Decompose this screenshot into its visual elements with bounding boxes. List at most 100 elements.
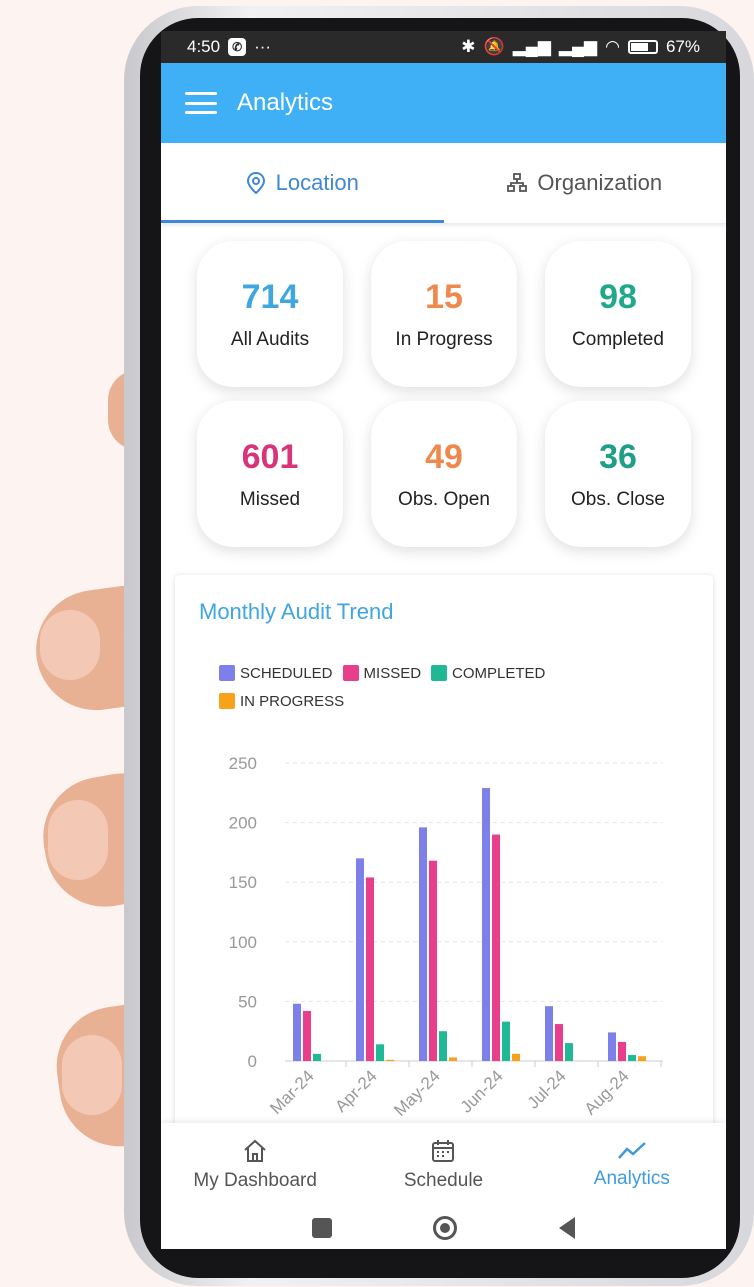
- nav-my-dashboard[interactable]: My Dashboard: [161, 1123, 349, 1207]
- nav-label: My Dashboard: [193, 1170, 317, 1191]
- bar-missed[interactable]: [366, 877, 374, 1061]
- stat-value: 36: [599, 437, 637, 476]
- y-tick-label: 0: [248, 1052, 257, 1071]
- tab-label: Location: [275, 170, 359, 195]
- stat-value: 98: [599, 277, 637, 316]
- status-dots: ···: [254, 37, 272, 56]
- battery-icon: [627, 40, 658, 54]
- stat-card-obs-close[interactable]: 36 Obs. Close: [545, 401, 691, 547]
- stat-card-all-audits[interactable]: 714 All Audits: [197, 241, 343, 387]
- bar-missed[interactable]: [555, 1024, 563, 1061]
- trend-line-icon: [617, 1142, 646, 1159]
- finger-nail: [62, 1035, 122, 1115]
- bar-completed[interactable]: [313, 1053, 321, 1061]
- bar-scheduled[interactable]: [356, 858, 364, 1061]
- bar-in-progress[interactable]: [638, 1056, 646, 1061]
- y-tick-label: 200: [229, 814, 257, 833]
- bar-in-progress[interactable]: [386, 1059, 394, 1061]
- bar-missed[interactable]: [303, 1010, 311, 1061]
- stat-label: Obs. Open: [398, 488, 490, 510]
- legend-label: IN PROGRESS: [240, 692, 345, 710]
- bar-scheduled[interactable]: [293, 1003, 301, 1061]
- legend-label: MISSED: [363, 664, 422, 682]
- phone-app-icon: ✆: [228, 38, 247, 56]
- menu-icon[interactable]: [185, 92, 217, 114]
- bar-missed[interactable]: [618, 1041, 626, 1061]
- stat-label: All Audits: [230, 328, 310, 350]
- nav-analytics[interactable]: Analytics: [538, 1123, 726, 1207]
- chart-legend: SCHEDULED MISSED COMPLETED IN PROGRESS: [219, 659, 619, 715]
- bar-in-progress[interactable]: [449, 1057, 457, 1061]
- signal-icon: ▂▄▆: [512, 37, 551, 56]
- home-button[interactable]: [433, 1216, 458, 1240]
- stat-card-completed[interactable]: 98 Completed: [545, 241, 691, 387]
- page-title: Analytics: [237, 89, 334, 116]
- bar-scheduled[interactable]: [608, 1032, 616, 1061]
- bar-completed[interactable]: [376, 1044, 384, 1061]
- nav-schedule[interactable]: Schedule: [349, 1123, 537, 1207]
- bar-in-progress[interactable]: [512, 1053, 520, 1061]
- legend-item[interactable]: COMPLETED: [431, 659, 545, 687]
- finger-nail: [40, 610, 100, 680]
- tab-bar: Location Organization: [161, 143, 726, 223]
- legend-swatch: [431, 665, 448, 681]
- signal-icon: ▂▄▆: [558, 37, 598, 56]
- stat-card-obs-open[interactable]: 49 Obs. Open: [371, 401, 517, 547]
- calendar-icon: [432, 1140, 455, 1162]
- bar-scheduled[interactable]: [482, 788, 490, 1061]
- back-button[interactable]: [559, 1217, 576, 1239]
- finger-nail: [48, 800, 108, 880]
- wifi-icon: ◠: [605, 37, 620, 56]
- bar-completed[interactable]: [565, 1043, 573, 1061]
- bar-completed[interactable]: [502, 1021, 510, 1061]
- stat-label: Obs. Close: [571, 488, 665, 510]
- tab-location[interactable]: Location: [161, 143, 444, 223]
- legend-swatch: [342, 665, 359, 681]
- legend-label: COMPLETED: [452, 664, 546, 682]
- system-navigation-bar: [161, 1207, 726, 1249]
- x-tick-label: Aug-24: [581, 1066, 633, 1118]
- bar-scheduled[interactable]: [419, 827, 427, 1061]
- nav-label: Analytics: [593, 1168, 670, 1189]
- recents-button[interactable]: [311, 1218, 332, 1238]
- status-time: 4:50: [187, 37, 221, 56]
- mute-icon: 🔕: [483, 37, 505, 56]
- x-tick-label: Apr-24: [331, 1066, 381, 1116]
- legend-swatch: [219, 693, 235, 709]
- stat-value: 15: [425, 277, 463, 316]
- bar-completed[interactable]: [439, 1031, 447, 1061]
- stat-value: 601: [241, 437, 299, 476]
- status-bar: 4:50 ✆ ··· ✱ 🔕 ▂▄▆ ▂▄▆ ◠ 67%: [161, 31, 726, 63]
- y-tick-label: 150: [229, 873, 257, 892]
- legend-item[interactable]: IN PROGRESS: [219, 687, 344, 715]
- stat-value: 714: [241, 277, 299, 316]
- legend-label: SCHEDULED: [240, 664, 333, 682]
- bottom-navigation: My Dashboard Schedule Analytics: [161, 1123, 726, 1207]
- tab-organization[interactable]: Organization: [444, 143, 727, 223]
- stat-card-in-progress[interactable]: 15 In Progress: [371, 241, 517, 387]
- stat-label: In Progress: [395, 328, 493, 350]
- monthly-audit-trend-card: Monthly Audit Trend SCHEDULED MISSED COMPL…: [175, 575, 713, 1175]
- legend-item[interactable]: SCHEDULED: [219, 659, 333, 687]
- app-bar: Analytics: [161, 63, 726, 143]
- stat-label: Completed: [572, 328, 664, 350]
- home-icon: [244, 1139, 266, 1162]
- stat-card-missed[interactable]: 601 Missed: [197, 401, 343, 547]
- legend-item[interactable]: MISSED: [342, 659, 422, 687]
- bar-missed[interactable]: [492, 834, 500, 1061]
- legend-swatch: [219, 665, 235, 681]
- bar-missed[interactable]: [429, 860, 437, 1061]
- x-tick-label: Mar-24: [266, 1066, 318, 1118]
- bar-completed[interactable]: [628, 1055, 636, 1061]
- x-tick-label: Jun-24: [457, 1066, 507, 1116]
- chart-title: Monthly Audit Trend: [199, 599, 394, 624]
- bar-chart: 0 50 100 150 200 250 Mar-24 Apr-24 May-24 Jun-24 J…: [229, 754, 663, 1120]
- x-tick-label: Jul-24: [524, 1066, 570, 1112]
- bluetooth-icon: ✱: [461, 37, 476, 56]
- org-chart-icon: [507, 173, 528, 192]
- nav-label: Schedule: [403, 1170, 484, 1191]
- y-tick-label: 50: [238, 992, 257, 1011]
- bar-scheduled[interactable]: [545, 1006, 553, 1061]
- tab-label: Organization: [537, 170, 663, 195]
- x-tick-label: May-24: [390, 1066, 444, 1120]
